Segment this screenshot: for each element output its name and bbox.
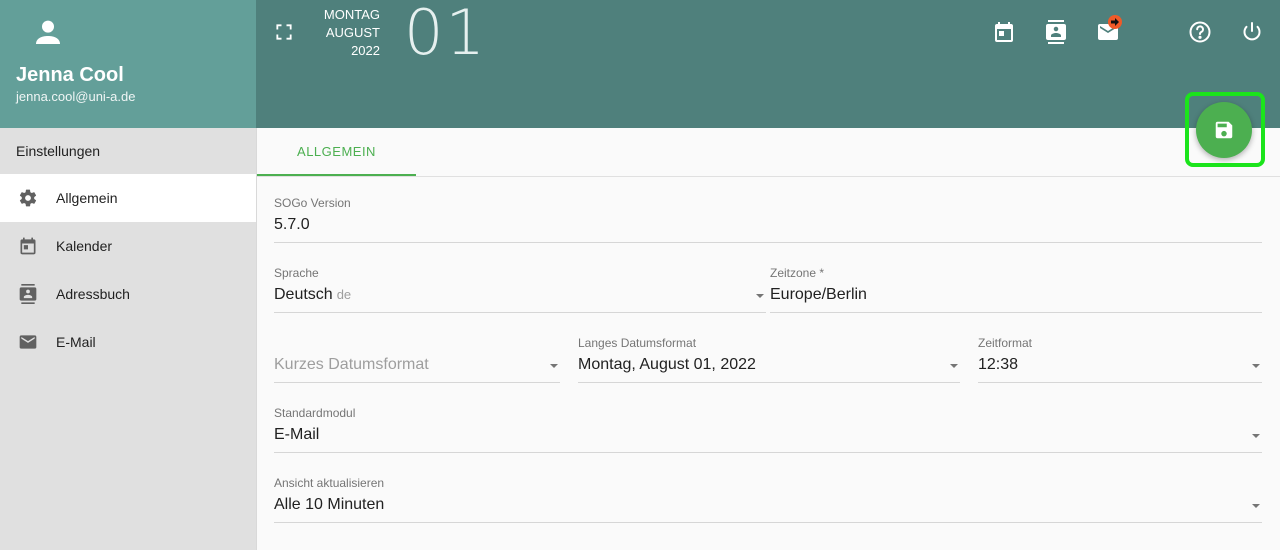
user-name: Jenna Cool bbox=[16, 64, 124, 86]
avatar-icon bbox=[36, 20, 60, 44]
calendar-icon bbox=[16, 234, 40, 258]
power-icon[interactable] bbox=[1240, 20, 1264, 44]
field-value: Alle 10 Minuten bbox=[274, 496, 385, 513]
top-bar: MONTAG AUGUST 2022 01 bbox=[256, 0, 1280, 128]
field-value: Deutsch de bbox=[274, 286, 351, 304]
user-card: Jenna Cool jenna.cool@uni-a.de bbox=[0, 0, 256, 128]
default-module-select[interactable]: Standardmodul E-Mail bbox=[274, 406, 1262, 453]
settings-title: Einstellungen bbox=[16, 143, 101, 159]
tab-allgemein[interactable]: ALLGEMEIN bbox=[257, 128, 416, 176]
refresh-view-select[interactable]: Ansicht aktualisieren Alle 10 Minuten bbox=[274, 476, 1262, 523]
field-value: E-Mail bbox=[274, 426, 320, 443]
sidebar-item-label: Kalender bbox=[56, 238, 113, 254]
sidebar-divider bbox=[256, 128, 257, 550]
weekday: MONTAG bbox=[323, 7, 380, 22]
sidebar-item-label: E-Mail bbox=[56, 334, 96, 350]
sidebar-item-email[interactable]: E-Mail bbox=[0, 318, 256, 366]
help-icon[interactable] bbox=[1188, 20, 1212, 44]
chevron-down-icon bbox=[1252, 434, 1260, 438]
field-label: Ansicht aktualisieren bbox=[274, 476, 385, 490]
timezone-input[interactable]: Zeitzone * Europe/Berlin bbox=[770, 266, 1262, 313]
user-email: jenna.cool@uni-a.de bbox=[16, 89, 136, 104]
sidebar-item-allgemein[interactable]: Allgemein bbox=[0, 174, 256, 222]
calendar-icon[interactable] bbox=[992, 20, 1016, 44]
chevron-down-icon bbox=[550, 364, 558, 368]
chevron-down-icon bbox=[1252, 364, 1260, 368]
chevron-down-icon bbox=[950, 364, 958, 368]
year: 2022 bbox=[351, 43, 380, 58]
field-value: Europe/Berlin bbox=[770, 286, 867, 303]
day-number: 01 bbox=[404, 0, 487, 69]
save-button[interactable] bbox=[1196, 102, 1252, 158]
contacts-icon bbox=[16, 282, 40, 306]
gear-icon bbox=[16, 186, 40, 210]
field-label: Standardmodul bbox=[274, 406, 356, 420]
sidebar-item-kalender[interactable]: Kalender bbox=[0, 222, 256, 270]
field-value: 5.7.0 bbox=[274, 216, 310, 233]
fullscreen-icon[interactable] bbox=[274, 22, 294, 42]
tab-bar: ALLGEMEIN bbox=[257, 128, 1280, 177]
field-placeholder: Kurzes Datumsformat bbox=[274, 356, 429, 373]
mail-icon bbox=[16, 330, 40, 354]
language-select[interactable]: Sprache Deutsch de bbox=[274, 266, 766, 313]
language-code: de bbox=[336, 287, 352, 302]
forward-badge-icon bbox=[1108, 15, 1122, 29]
sidebar-item-label: Allgemein bbox=[56, 190, 118, 206]
time-format-select[interactable]: Zeitformat 12:38 bbox=[978, 336, 1262, 383]
field-value: Montag, August 01, 2022 bbox=[578, 356, 756, 373]
field-label: Langes Datumsformat bbox=[578, 336, 697, 350]
month: AUGUST bbox=[325, 25, 380, 40]
language-name: Deutsch bbox=[274, 286, 333, 303]
save-icon bbox=[1215, 121, 1233, 139]
mail-button[interactable] bbox=[1096, 15, 1122, 44]
short-date-format-select[interactable]: Kurzes Datumsformat bbox=[274, 336, 560, 383]
field-label: Sprache bbox=[274, 266, 319, 280]
sidebar: Jenna Cool jenna.cool@uni-a.de Einstellu… bbox=[0, 0, 256, 550]
contacts-icon[interactable] bbox=[1044, 20, 1068, 44]
chevron-down-icon bbox=[756, 294, 764, 298]
field-label: Zeitformat bbox=[978, 336, 1033, 350]
sogo-version-field: SOGo Version 5.7.0 bbox=[274, 196, 1262, 243]
sidebar-item-adressbuch[interactable]: Adressbuch bbox=[0, 270, 256, 318]
field-value: 12:38 bbox=[978, 356, 1019, 373]
chevron-down-icon bbox=[1252, 504, 1260, 508]
current-date: MONTAG AUGUST 2022 bbox=[316, 6, 380, 60]
field-label: Zeitzone * bbox=[770, 266, 825, 280]
long-date-format-select[interactable]: Langes Datumsformat Montag, August 01, 2… bbox=[578, 336, 960, 383]
field-label: SOGo Version bbox=[274, 196, 351, 210]
sidebar-item-label: Adressbuch bbox=[56, 286, 130, 302]
